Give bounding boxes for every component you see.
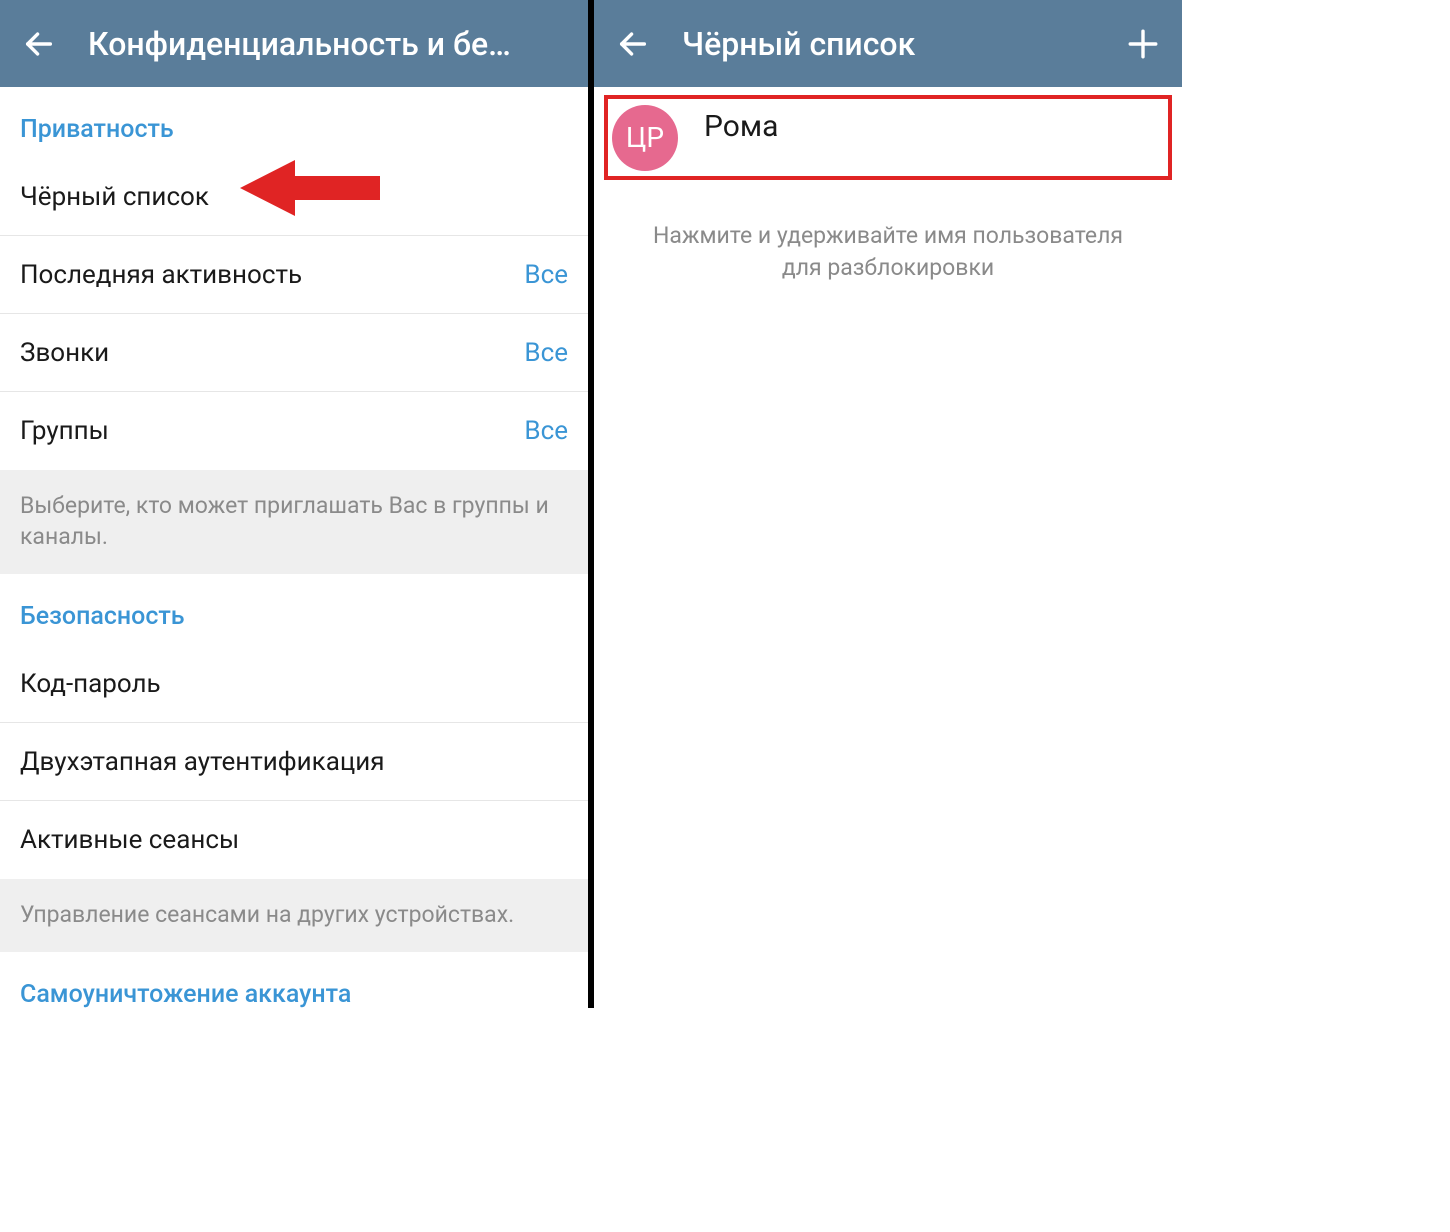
blocklist-row[interactable]: Чёрный список bbox=[0, 158, 588, 236]
avatar-initials: ЦР bbox=[626, 121, 664, 154]
blocked-users-list: ЦР Рома bbox=[594, 87, 1182, 188]
privacy-section-header: Приватность bbox=[0, 87, 588, 158]
row-label: Группы bbox=[20, 416, 109, 446]
blocklist-panel: Чёрный список ЦР Рома Нажмите и удержива… bbox=[594, 0, 1182, 1008]
self-destruct-section-header: Самоуничтожение аккаунта bbox=[0, 952, 588, 1008]
two-step-row[interactable]: Двухэтапная аутентификация bbox=[0, 723, 588, 801]
row-label: Последняя активность bbox=[20, 260, 302, 290]
row-value: Все bbox=[524, 338, 568, 368]
groups-footer-text: Выберите, кто может приглашать Вас в гру… bbox=[0, 470, 588, 574]
security-section-header: Безопасность bbox=[0, 574, 588, 645]
row-label: Двухэтапная аутентификация bbox=[20, 747, 385, 777]
page-title: Чёрный список bbox=[682, 25, 1118, 63]
row-label: Код-пароль bbox=[20, 669, 161, 699]
row-label: Активные сеансы bbox=[20, 825, 239, 855]
add-icon[interactable] bbox=[1118, 19, 1168, 69]
blocked-user-row[interactable]: ЦР Рома bbox=[604, 95, 1172, 180]
avatar: ЦР bbox=[612, 105, 678, 171]
row-value: Все bbox=[524, 260, 568, 290]
row-label: Звонки bbox=[20, 338, 109, 368]
row-value: Все bbox=[524, 416, 568, 446]
user-name: Рома bbox=[704, 109, 778, 144]
row-label: Чёрный список bbox=[20, 182, 209, 212]
header-left: Конфиденциальность и бе… bbox=[0, 0, 588, 87]
back-icon[interactable] bbox=[14, 19, 64, 69]
passcode-row[interactable]: Код-пароль bbox=[0, 645, 588, 723]
calls-row[interactable]: Звонки Все bbox=[0, 314, 588, 392]
page-title: Конфиденциальность и бе… bbox=[88, 25, 574, 63]
unblock-hint: Нажмите и удерживайте имя пользователя д… bbox=[594, 188, 1182, 284]
groups-row[interactable]: Группы Все bbox=[0, 392, 588, 470]
back-icon[interactable] bbox=[608, 19, 658, 69]
last-seen-row[interactable]: Последняя активность Все bbox=[0, 236, 588, 314]
privacy-settings-panel: Конфиденциальность и бе… Приватность Чёр… bbox=[0, 0, 588, 1008]
sessions-footer-text: Управление сеансами на других устройства… bbox=[0, 879, 588, 952]
header-right: Чёрный список bbox=[594, 0, 1182, 87]
sessions-row[interactable]: Активные сеансы bbox=[0, 801, 588, 879]
